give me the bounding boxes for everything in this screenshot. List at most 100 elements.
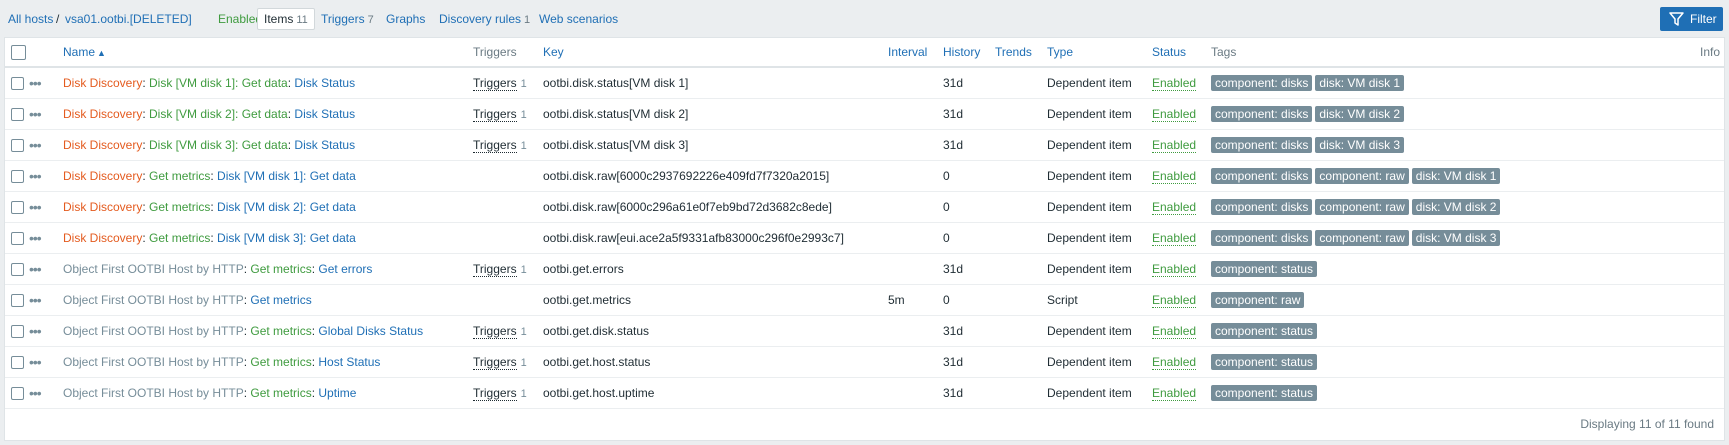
- item-master-link[interactable]: Get metrics: [149, 169, 210, 183]
- item-triggers-link[interactable]: Triggers: [473, 355, 517, 370]
- tag-badge[interactable]: component: disks: [1211, 75, 1313, 91]
- tag-badge[interactable]: component: disks: [1211, 168, 1313, 184]
- item-triggers-link[interactable]: Triggers: [473, 386, 517, 401]
- row-checkbox[interactable]: [11, 325, 24, 339]
- row-checkbox[interactable]: [11, 108, 24, 122]
- tag-badge[interactable]: component: raw: [1315, 199, 1409, 215]
- row-checkbox[interactable]: [11, 294, 24, 308]
- more-actions-icon[interactable]: •••: [29, 106, 42, 122]
- item-name-link[interactable]: Disk [VM disk 2]: Get data: [217, 200, 356, 214]
- item-name-link[interactable]: Disk Status: [294, 107, 355, 121]
- item-master-link[interactable]: Disk [VM disk 3]: Get data: [149, 138, 288, 152]
- item-master-link[interactable]: Get metrics: [149, 231, 210, 245]
- col-history-header[interactable]: History: [943, 38, 995, 68]
- tag-badge[interactable]: component: status: [1211, 323, 1318, 339]
- item-master-link[interactable]: Get metrics: [250, 262, 311, 276]
- item-status-toggle[interactable]: Enabled: [1152, 355, 1197, 370]
- more-actions-icon[interactable]: •••: [29, 199, 42, 215]
- row-checkbox[interactable]: [11, 232, 24, 246]
- tag-badge[interactable]: component: status: [1211, 261, 1318, 277]
- tag-badge[interactable]: component: disks: [1211, 137, 1313, 153]
- col-interval-header[interactable]: Interval: [888, 38, 943, 68]
- item-master-link[interactable]: Disk [VM disk 1]: Get data: [149, 76, 288, 90]
- tag-badge[interactable]: disk: VM disk 3: [1315, 137, 1405, 153]
- select-all-checkbox[interactable]: [11, 44, 26, 60]
- tag-badge[interactable]: component: raw: [1211, 292, 1305, 308]
- more-actions-icon[interactable]: •••: [29, 385, 42, 401]
- tag-badge[interactable]: component: disks: [1211, 199, 1313, 215]
- item-status-toggle[interactable]: Enabled: [1152, 324, 1197, 339]
- item-prefix-link[interactable]: Disk Discovery: [63, 138, 142, 152]
- item-name-link[interactable]: Global Disks Status: [318, 324, 423, 338]
- item-name-link[interactable]: Disk [VM disk 1]: Get data: [217, 169, 356, 183]
- row-checkbox[interactable]: [11, 387, 24, 401]
- item-status-toggle[interactable]: Enabled: [1152, 262, 1197, 277]
- tab-triggers[interactable]: Triggers 7: [321, 12, 374, 26]
- tag-badge[interactable]: disk: VM disk 1: [1315, 75, 1405, 91]
- item-status-toggle[interactable]: Enabled: [1152, 231, 1197, 246]
- tab-discovery-rules[interactable]: Discovery rules 1: [439, 12, 530, 26]
- item-prefix-link[interactable]: Object First OOTBI Host by HTTP: [63, 355, 244, 369]
- host-status[interactable]: Enabled: [218, 12, 262, 26]
- item-prefix-link[interactable]: Disk Discovery: [63, 76, 142, 90]
- breadcrumb-all-hosts[interactable]: All hosts: [8, 12, 53, 26]
- more-actions-icon[interactable]: •••: [29, 168, 42, 184]
- item-name-link[interactable]: Get errors: [318, 262, 372, 276]
- item-status-toggle[interactable]: Enabled: [1152, 76, 1197, 91]
- col-name-label[interactable]: Name: [63, 45, 95, 59]
- item-master-link[interactable]: Get metrics: [250, 386, 311, 400]
- tag-badge[interactable]: component: disks: [1211, 106, 1313, 122]
- item-triggers-link[interactable]: Triggers: [473, 324, 517, 339]
- tag-badge[interactable]: disk: VM disk 2: [1411, 199, 1501, 215]
- tag-badge[interactable]: component: status: [1211, 385, 1318, 401]
- item-name-link[interactable]: Disk [VM disk 3]: Get data: [217, 231, 356, 245]
- item-status-toggle[interactable]: Enabled: [1152, 107, 1197, 122]
- row-checkbox[interactable]: [11, 356, 24, 370]
- item-prefix-link[interactable]: Object First OOTBI Host by HTTP: [63, 262, 244, 276]
- item-status-toggle[interactable]: Enabled: [1152, 169, 1197, 184]
- tab-items[interactable]: Items 11: [257, 8, 315, 30]
- tag-badge[interactable]: component: raw: [1315, 168, 1409, 184]
- item-name-link[interactable]: Get metrics: [250, 293, 311, 307]
- item-triggers-link[interactable]: Triggers: [473, 76, 517, 91]
- tab-graphs[interactable]: Graphs: [386, 12, 425, 26]
- item-prefix-link[interactable]: Disk Discovery: [63, 200, 142, 214]
- tag-badge[interactable]: component: status: [1211, 354, 1318, 370]
- item-status-toggle[interactable]: Enabled: [1152, 293, 1197, 308]
- more-actions-icon[interactable]: •••: [29, 261, 42, 277]
- item-master-link[interactable]: Get metrics: [250, 324, 311, 338]
- more-actions-icon[interactable]: •••: [29, 323, 42, 339]
- col-key-header[interactable]: Key: [543, 38, 888, 68]
- item-prefix-link[interactable]: Object First OOTBI Host by HTTP: [63, 386, 244, 400]
- tag-badge[interactable]: component: raw: [1315, 230, 1409, 246]
- item-triggers-link[interactable]: Triggers: [473, 262, 517, 277]
- tag-badge[interactable]: component: disks: [1211, 230, 1313, 246]
- more-actions-icon[interactable]: •••: [29, 75, 42, 91]
- col-type-header[interactable]: Type: [1047, 38, 1152, 68]
- col-trends-header[interactable]: Trends: [995, 38, 1047, 68]
- item-prefix-link[interactable]: Disk Discovery: [63, 107, 142, 121]
- item-prefix-link[interactable]: Object First OOTBI Host by HTTP: [63, 324, 244, 338]
- more-actions-icon[interactable]: •••: [29, 230, 42, 246]
- item-triggers-link[interactable]: Triggers: [473, 138, 517, 153]
- col-name-header[interactable]: Name ▲: [63, 38, 473, 68]
- more-actions-icon[interactable]: •••: [29, 137, 42, 153]
- filter-button[interactable]: Filter: [1660, 7, 1723, 31]
- row-checkbox[interactable]: [11, 170, 24, 184]
- item-prefix-link[interactable]: Disk Discovery: [63, 169, 142, 183]
- item-master-link[interactable]: Get metrics: [250, 355, 311, 369]
- item-status-toggle[interactable]: Enabled: [1152, 200, 1197, 215]
- breadcrumb-host[interactable]: vsa01.ootbi.[DELETED]: [65, 12, 192, 26]
- item-name-link[interactable]: Disk Status: [294, 76, 355, 90]
- item-name-link[interactable]: Host Status: [318, 355, 380, 369]
- item-prefix-link[interactable]: Object First OOTBI Host by HTTP: [63, 293, 244, 307]
- tag-badge[interactable]: disk: VM disk 3: [1411, 230, 1501, 246]
- more-actions-icon[interactable]: •••: [29, 354, 42, 370]
- tag-badge[interactable]: disk: VM disk 2: [1315, 106, 1405, 122]
- item-master-link[interactable]: Get metrics: [149, 200, 210, 214]
- item-name-link[interactable]: Uptime: [318, 386, 356, 400]
- tag-badge[interactable]: disk: VM disk 1: [1411, 168, 1501, 184]
- more-actions-icon[interactable]: •••: [29, 292, 42, 308]
- item-master-link[interactable]: Disk [VM disk 2]: Get data: [149, 107, 288, 121]
- row-checkbox[interactable]: [11, 139, 24, 153]
